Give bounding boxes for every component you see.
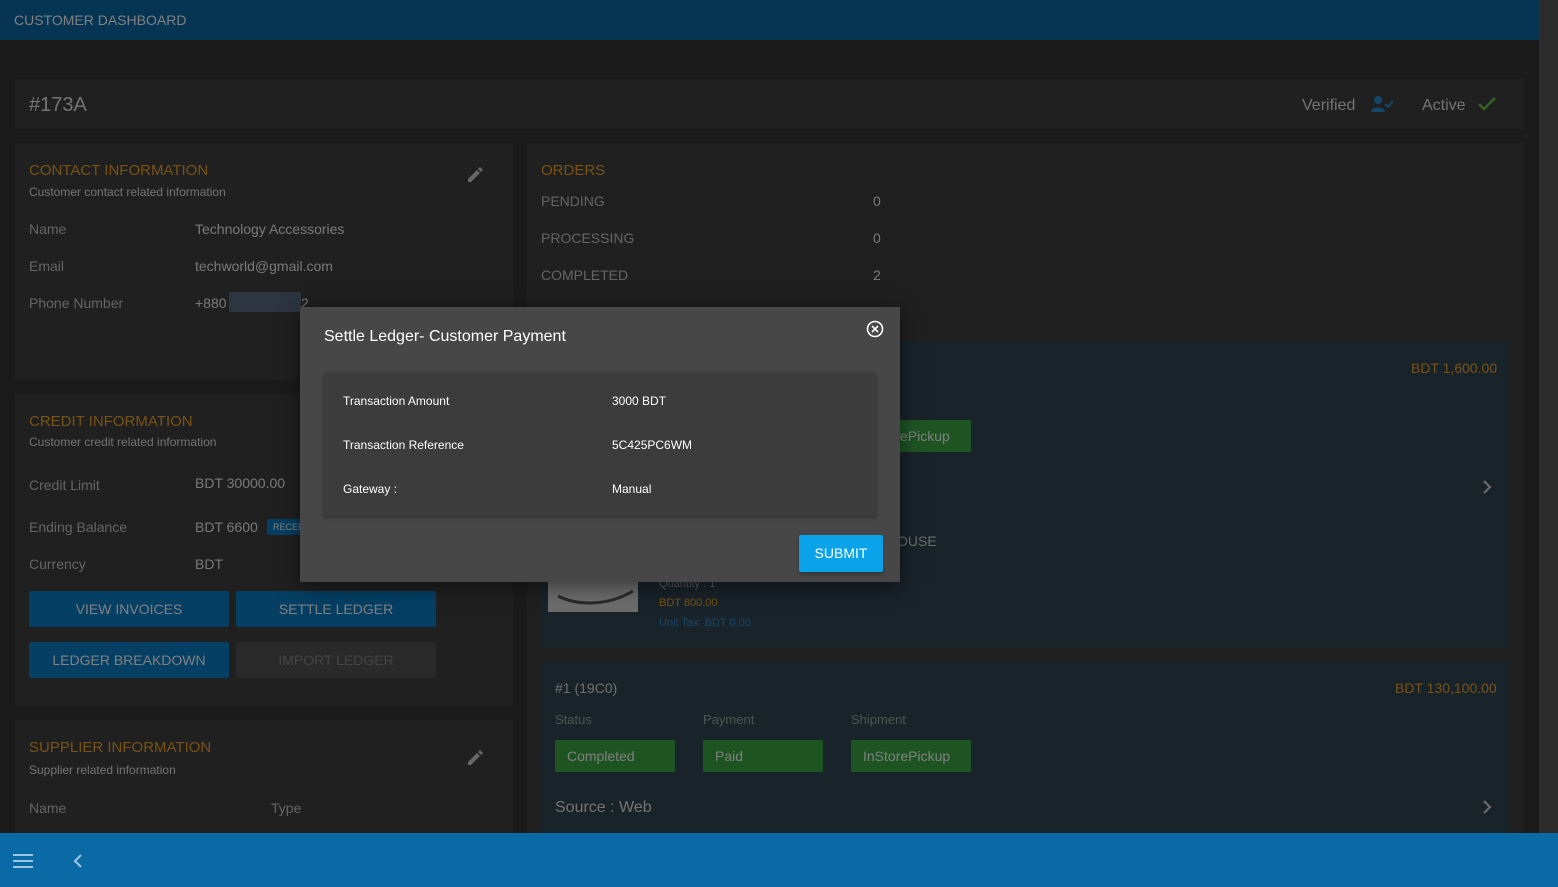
submit-button[interactable]: SUBMIT xyxy=(799,535,883,572)
transaction-amount-label: Transaction Amount xyxy=(343,394,450,408)
gateway-label: Gateway : xyxy=(343,482,398,496)
settle-ledger-modal: Settle Ledger- Customer Payment Transact… xyxy=(300,307,900,582)
transaction-reference-label: Transaction Reference xyxy=(343,438,464,452)
bottom-toolbar xyxy=(0,833,1558,887)
transaction-amount-value: 3000 BDT xyxy=(612,394,667,408)
transaction-reference-value: 5C425PC6WM xyxy=(612,438,693,452)
transaction-details: Transaction Amount 3000 BDT Transaction … xyxy=(324,373,876,516)
menu-icon[interactable] xyxy=(13,853,33,869)
modal-title: Settle Ledger- Customer Payment xyxy=(324,328,566,345)
back-arrow-icon[interactable] xyxy=(72,853,84,869)
gateway-value: Manual xyxy=(612,482,652,496)
scrollbar-track[interactable] xyxy=(1539,0,1558,887)
close-icon[interactable] xyxy=(866,320,884,338)
